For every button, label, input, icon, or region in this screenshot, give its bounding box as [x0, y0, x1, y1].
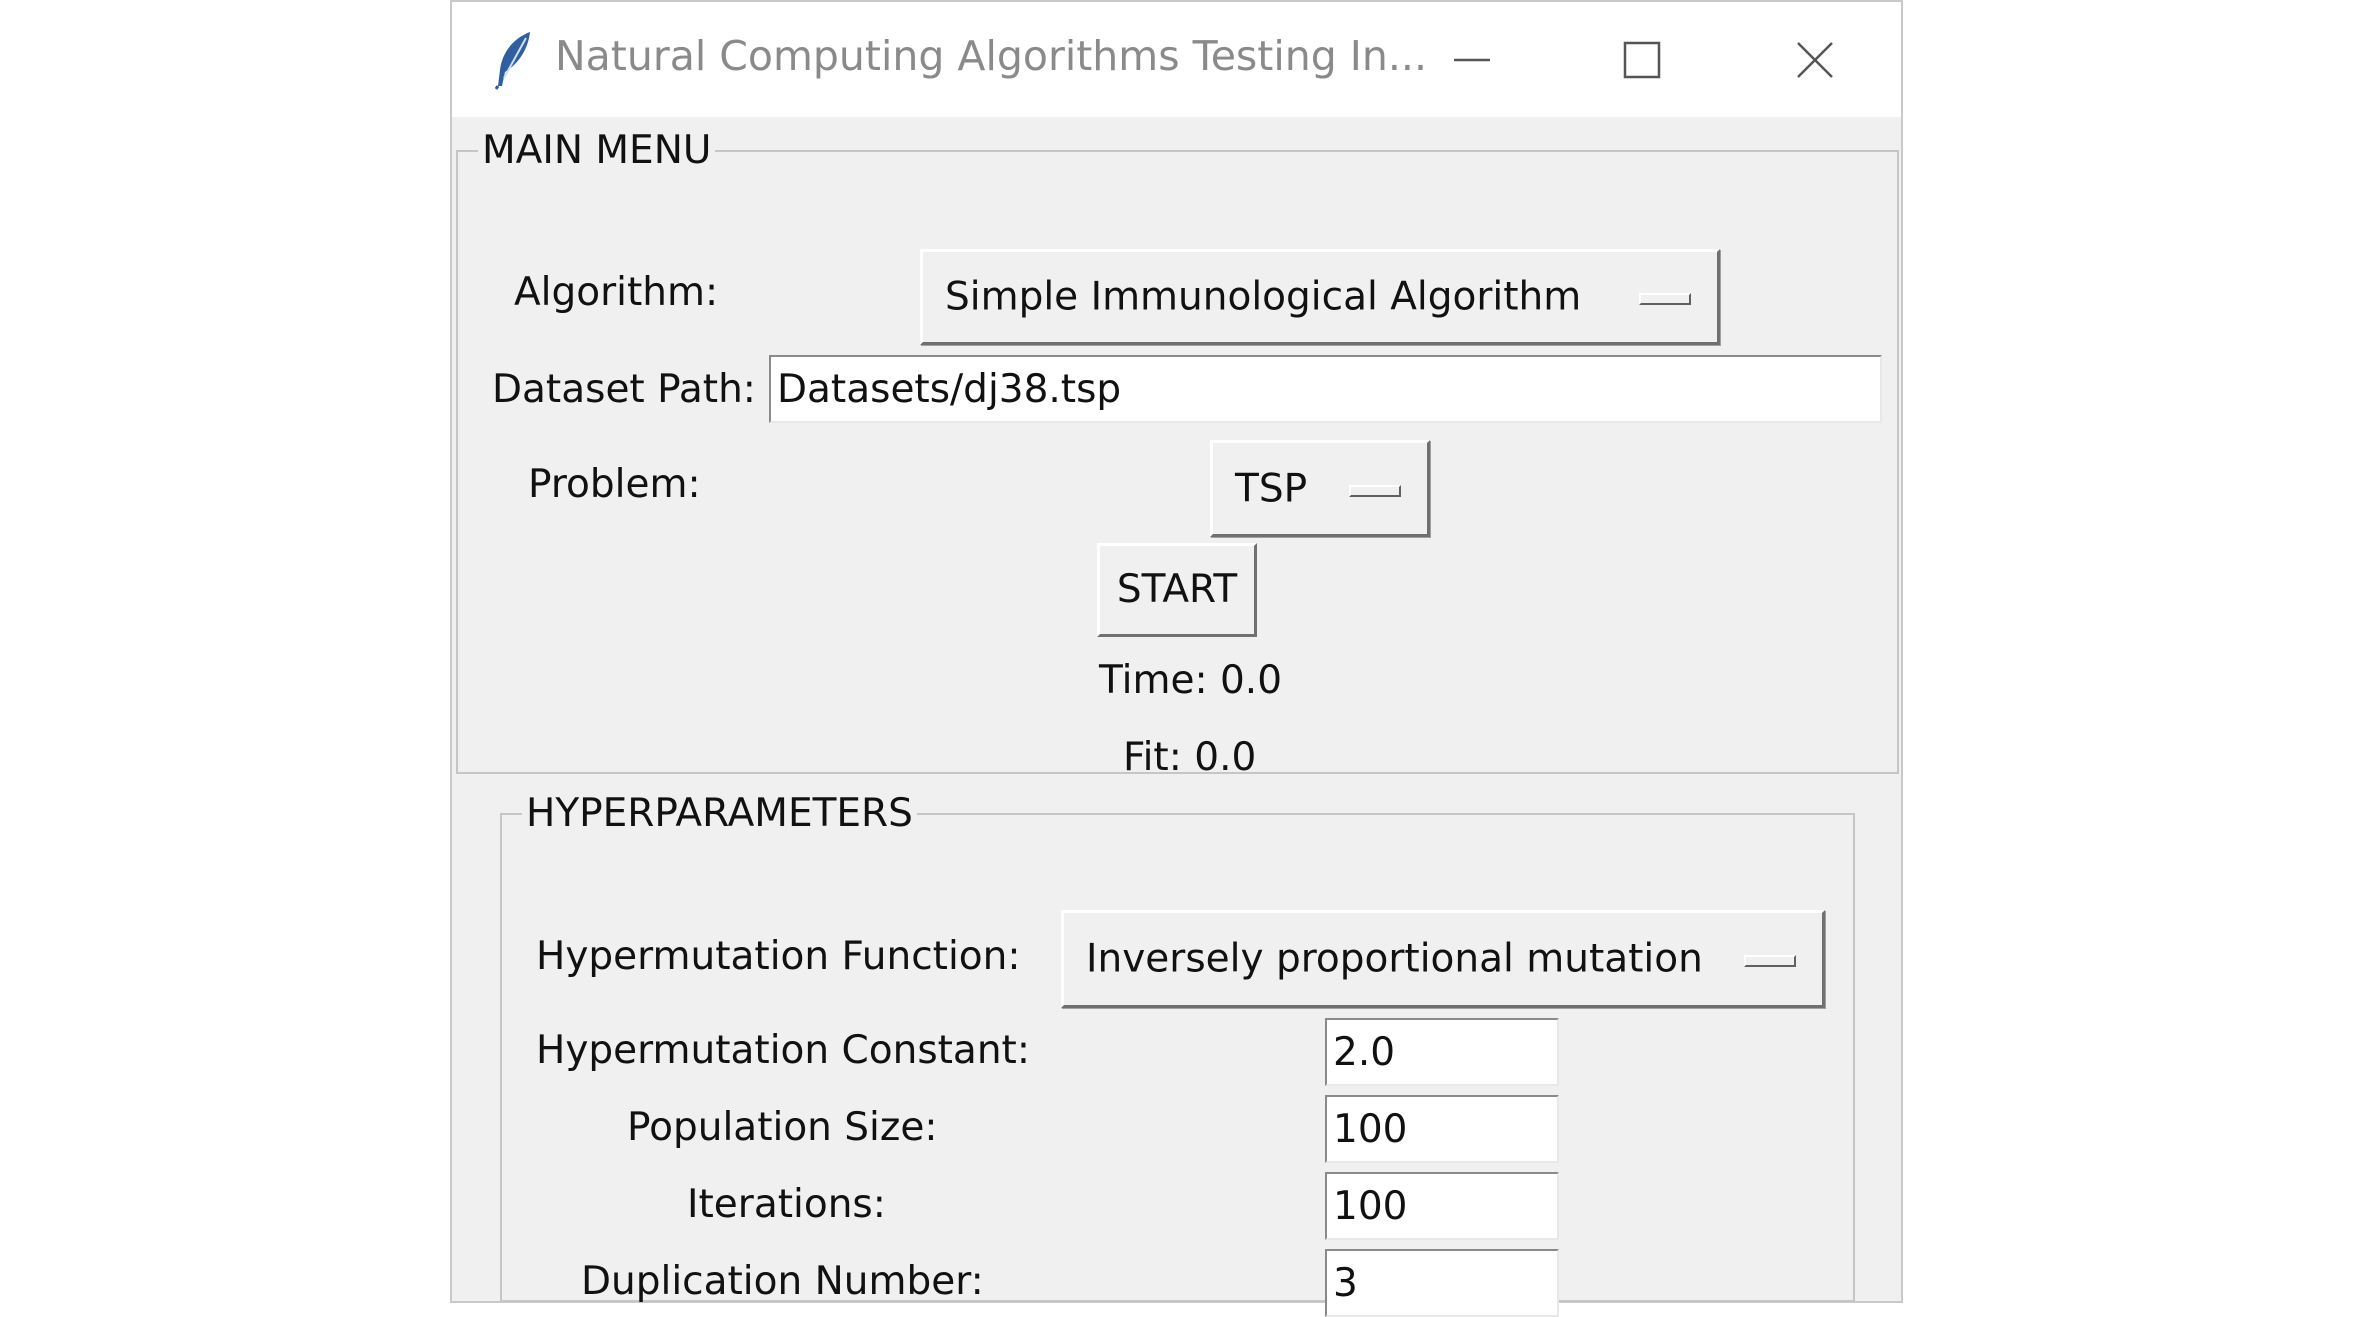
feather-icon: [492, 30, 536, 90]
window-title: Natural Computing Algorithms Testing In.…: [555, 32, 1427, 80]
menu-indicator-icon: [1639, 293, 1691, 305]
hyperparameters-group: HYPERPARAMETERS Hypermutation Function: …: [500, 791, 1855, 1317]
close-button[interactable]: [1765, 22, 1865, 98]
hypermutation-function-value: Inversely proportional mutation: [1086, 936, 1703, 982]
main-menu-legend: MAIN MENU: [482, 128, 712, 173]
problem-select[interactable]: TSP: [1210, 440, 1430, 537]
hypermutation-function-label: Hypermutation Function:: [536, 934, 1021, 979]
maximize-icon: [1623, 41, 1661, 79]
algorithm-label: Algorithm:: [514, 270, 719, 315]
hypermutation-constant-input[interactable]: [1325, 1018, 1559, 1086]
minimize-button[interactable]: [1422, 22, 1522, 98]
iterations-label: Iterations:: [687, 1182, 886, 1227]
problem-label: Problem:: [528, 462, 701, 507]
algorithm-select[interactable]: Simple Immunological Algorithm: [920, 249, 1720, 345]
algorithm-select-value: Simple Immunological Algorithm: [945, 274, 1582, 320]
fit-readout: Fit: 0.0: [1123, 735, 1257, 780]
duplication-number-input[interactable]: [1325, 1249, 1559, 1317]
menu-indicator-icon: [1349, 484, 1401, 497]
app-window: Natural Computing Algorithms Testing In.…: [450, 0, 1903, 1317]
population-size-label: Population Size:: [627, 1105, 938, 1150]
hypermutation-constant-label: Hypermutation Constant:: [536, 1028, 1030, 1073]
time-readout: Time: 0.0: [1099, 658, 1283, 703]
start-button[interactable]: START: [1097, 543, 1257, 637]
population-size-input[interactable]: [1325, 1095, 1559, 1163]
iterations-input[interactable]: [1325, 1172, 1559, 1240]
dataset-path-label: Dataset Path:: [492, 367, 756, 412]
main-menu-group: MAIN MENU Algorithm: Simple Immunologica…: [456, 128, 1899, 780]
close-icon: [1797, 42, 1833, 78]
dataset-path-input[interactable]: [769, 355, 1882, 423]
minimize-icon: [1454, 58, 1490, 62]
hyperparameters-legend: HYPERPARAMETERS: [526, 791, 913, 836]
duplication-number-label: Duplication Number:: [581, 1259, 984, 1304]
problem-select-value: TSP: [1235, 466, 1308, 511]
title-bar[interactable]: Natural Computing Algorithms Testing In.…: [452, 2, 1901, 117]
hypermutation-function-select[interactable]: Inversely proportional mutation: [1061, 910, 1825, 1008]
maximize-button[interactable]: [1592, 22, 1692, 98]
menu-indicator-icon: [1744, 955, 1796, 967]
